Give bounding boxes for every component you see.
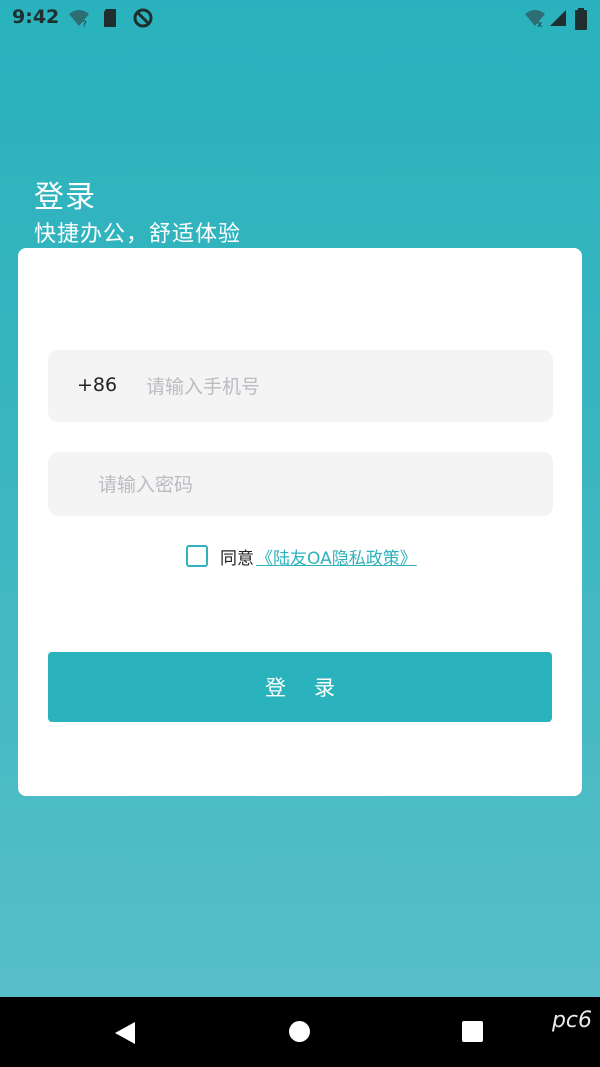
svg-text:?: ? xyxy=(82,20,87,28)
battery-icon xyxy=(575,8,587,34)
phone-field[interactable]: +86 xyxy=(48,350,553,422)
no-disturb-icon xyxy=(133,8,153,32)
wifi-question-icon: ? xyxy=(68,8,90,32)
sd-card-icon xyxy=(102,8,118,32)
privacy-policy-link[interactable]: 《陆友OA隐私政策》 xyxy=(256,544,417,569)
login-button[interactable]: 登录 xyxy=(48,652,552,722)
agree-label: 同意 xyxy=(220,548,254,569)
system-nav-bar xyxy=(0,997,600,1067)
country-code-prefix[interactable]: +86 xyxy=(77,374,117,396)
agreement-row: 同意 《陆友OA隐私政策》 xyxy=(186,542,417,570)
svg-text:x: x xyxy=(537,20,543,28)
watermark-logo: pc6 xyxy=(551,1008,592,1033)
login-screen: 9:42 ? x 登录 快捷办公，舒适体验 +86 请输入手机号 同意 《陆友O… xyxy=(0,0,600,1067)
agree-checkbox[interactable] xyxy=(186,545,208,567)
wifi-off-icon: x xyxy=(524,8,546,32)
password-field[interactable] xyxy=(48,452,553,516)
phone-input[interactable] xyxy=(144,364,538,410)
password-input[interactable] xyxy=(96,462,530,508)
page-subtitle: 快捷办公，舒适体验 xyxy=(34,222,242,247)
status-bar: 9:42 ? x xyxy=(0,0,600,36)
back-icon[interactable] xyxy=(114,1021,136,1049)
signal-icon xyxy=(549,8,567,32)
recent-apps-icon[interactable] xyxy=(462,1021,483,1042)
page-title: 登录 xyxy=(34,180,96,215)
status-time: 9:42 xyxy=(12,6,60,28)
home-icon[interactable] xyxy=(289,1021,310,1042)
login-card: +86 同意 《陆友OA隐私政策》 登录 xyxy=(18,248,582,796)
